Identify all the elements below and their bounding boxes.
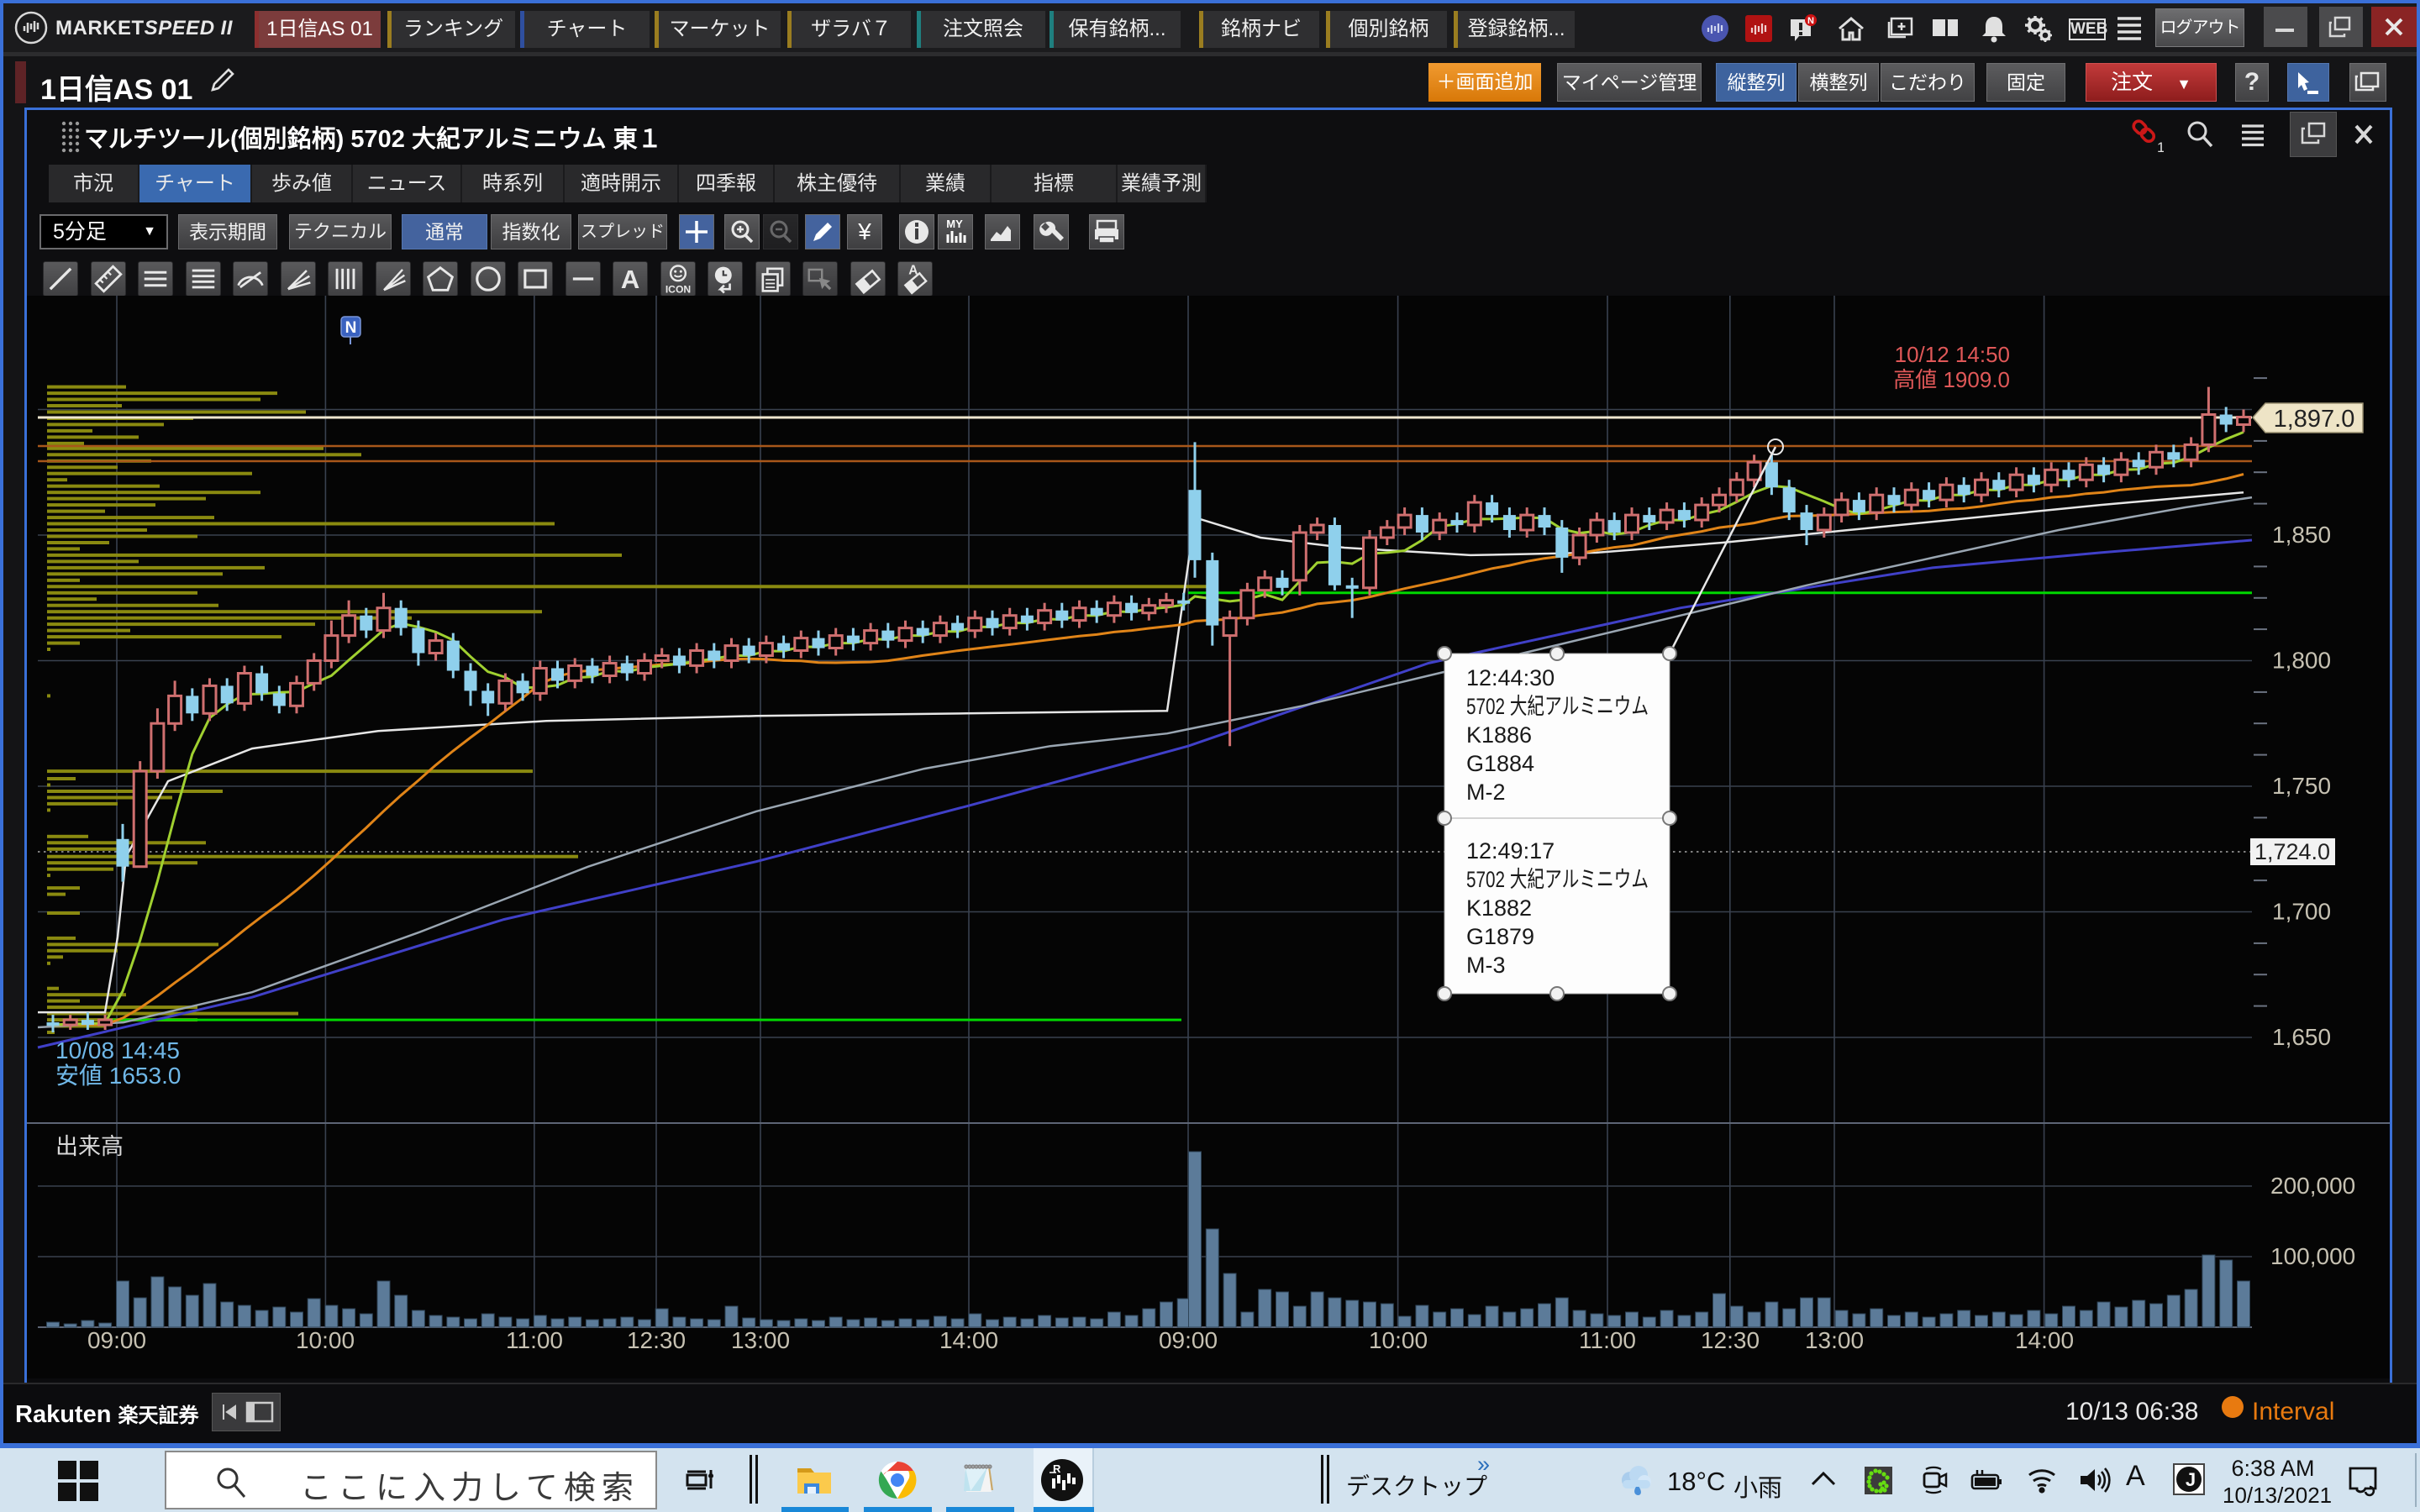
svg-text:09:00: 09:00 xyxy=(87,1327,146,1353)
svg-text:5702 大紀アルミニウム: 5702 大紀アルミニウム xyxy=(1466,694,1649,719)
svg-text:1,897.0: 1,897.0 xyxy=(2274,406,2355,433)
svg-text:11:00: 11:00 xyxy=(506,1327,563,1353)
svg-text:K1886: K1886 xyxy=(1466,722,1532,748)
svg-text:12:49:17: 12:49:17 xyxy=(1466,838,1555,864)
svg-text:出来高: 出来高 xyxy=(55,1134,124,1159)
svg-text:1,724.0: 1,724.0 xyxy=(2254,839,2330,864)
svg-text:N: N xyxy=(345,319,357,337)
svg-text:10/12 14:50: 10/12 14:50 xyxy=(1895,342,2010,367)
svg-text:A: A xyxy=(621,265,639,294)
svg-text:1,700: 1,700 xyxy=(2272,899,2331,925)
svg-text:12:30: 12:30 xyxy=(1701,1327,1760,1353)
svg-text:¥: ¥ xyxy=(857,218,871,244)
svg-text:1,850: 1,850 xyxy=(2272,522,2331,548)
svg-text:M-3: M-3 xyxy=(1466,953,1506,978)
svg-text:J: J xyxy=(2186,1469,2196,1490)
svg-text:G1884: G1884 xyxy=(1466,751,1534,776)
svg-text:14:00: 14:00 xyxy=(939,1327,998,1353)
svg-text:N: N xyxy=(1807,16,1814,26)
svg-text:13:00: 13:00 xyxy=(1805,1327,1864,1353)
svg-text:14:00: 14:00 xyxy=(2015,1327,2074,1353)
svg-text:M-2: M-2 xyxy=(1466,780,1506,805)
svg-text:10/08 14:45: 10/08 14:45 xyxy=(55,1037,180,1063)
svg-text:1,750: 1,750 xyxy=(2272,773,2331,799)
svg-text:MY: MY xyxy=(946,218,963,230)
svg-text:10:00: 10:00 xyxy=(1369,1327,1428,1353)
svg-text:10:00: 10:00 xyxy=(296,1327,355,1353)
svg-text:11:00: 11:00 xyxy=(1579,1327,1636,1353)
svg-text:13:00: 13:00 xyxy=(731,1327,790,1353)
svg-text:12:30: 12:30 xyxy=(627,1327,686,1353)
svg-text:12:44:30: 12:44:30 xyxy=(1466,665,1555,690)
svg-text:K1882: K1882 xyxy=(1466,895,1532,921)
svg-text:09:00: 09:00 xyxy=(1159,1327,1218,1353)
svg-text:100,000: 100,000 xyxy=(2270,1243,2355,1269)
svg-text:1: 1 xyxy=(2157,139,2164,154)
svg-text:安値 1653.0: 安値 1653.0 xyxy=(55,1063,181,1089)
svg-text:G1879: G1879 xyxy=(1466,924,1534,949)
svg-text:高値 1909.0: 高値 1909.0 xyxy=(1893,367,2010,392)
svg-text:5702 大紀アルミニウム: 5702 大紀アルミニウム xyxy=(1466,867,1649,892)
svg-text:ICON: ICON xyxy=(665,284,690,296)
svg-text:1,650: 1,650 xyxy=(2272,1024,2331,1050)
svg-text:1,800: 1,800 xyxy=(2272,648,2331,674)
svg-text:200,000: 200,000 xyxy=(2270,1173,2355,1199)
